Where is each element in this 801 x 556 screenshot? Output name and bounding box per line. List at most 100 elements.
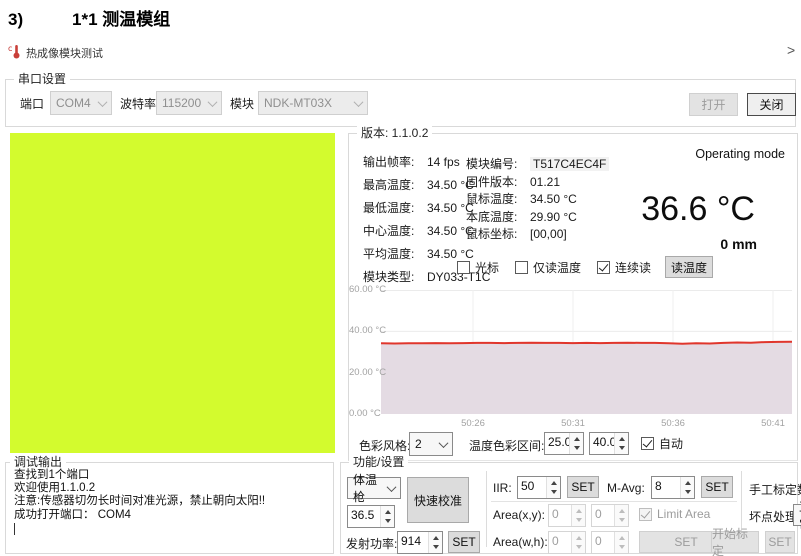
readout-right-column: 模块编号:T517C4EC4F固件版本:01.21鼠标温度:34.50 °C本底… [466,155,609,243]
iir-set-button[interactable]: SET [567,476,599,498]
color-style-select[interactable]: 2 [409,432,453,456]
svg-text:c: c [8,44,12,53]
window-titlebar: c 热成像模块测试 [8,44,103,62]
temp-range-max-spinner[interactable]: 40.0 [589,432,629,455]
spinner-arrows[interactable] [680,477,694,498]
mavg-spinner[interactable]: 8 [651,476,695,499]
quick-calibration-button[interactable]: 快速校准 [407,477,469,523]
temp-range-label: 温度色彩区间: [469,437,544,454]
limit-area-option: Limit Area [639,507,710,521]
temp-range-min-spinner[interactable]: 25.0 [544,432,584,455]
read-temp-only-checkbox[interactable] [515,261,528,274]
auto-checkbox[interactable] [641,437,654,450]
debug-line: 欢迎使用1.1.0.2 [14,482,265,495]
spinner-arrows[interactable] [614,532,628,553]
version-group-label: 版本: 1.1.0.2 [357,126,432,141]
manual-calibration-count: 手工标定数量: 0 | 0 [749,481,801,498]
limit-area-checkbox[interactable] [639,508,652,521]
start-calibration-button[interactable]: 开始标定 [711,531,759,553]
page-title: 3)1*1 测温模组 [8,5,170,30]
window-title: 热成像模块测试 [26,45,103,61]
calibration-set-button[interactable]: SET [765,531,795,553]
temperature-chart [381,290,792,414]
bad-pixel-select[interactable]: 正常 [793,504,801,526]
continuous-read-checkbox-label: 连续读 [615,259,651,276]
limit-area-checkbox-label: Limit Area [657,507,710,521]
chevron-down-icon [387,482,397,492]
debug-output-text[interactable]: 查找到1个端口欢迎使用1.1.0.2注意:传感器切勿长时间对准光源，禁止朝向太阳… [14,469,265,535]
area-h-spinner[interactable]: 0 [591,531,629,554]
continuous-read-checkbox[interactable] [597,261,610,274]
port-label: 端口 [20,95,44,112]
read-temperature-button[interactable]: 读温度 [665,256,713,278]
spinner-arrows[interactable] [569,433,583,454]
debug-line: 查找到1个端口 [14,469,265,482]
module-value: NDK-MT03X [264,96,332,110]
spinner-arrows[interactable] [380,506,394,527]
text-cursor [14,523,15,535]
area-xy-label: Area(x,y): [493,508,545,522]
area-y-value: 0 [592,505,614,526]
spinner-arrows[interactable] [571,532,585,553]
module-label: 模块 [230,95,254,112]
chart-y-tick: 60.00 °C [349,284,377,295]
port-value: COM4 [56,96,91,110]
readout-label: 鼠标温度: [466,190,530,207]
color-style-row: 色彩风格: 2 温度色彩区间: 25.0 40.0 自动 [349,428,797,460]
cursor-checkbox[interactable] [457,261,470,274]
area-y-spinner[interactable]: 0 [591,504,629,527]
chevron-right-icon[interactable]: > [787,42,795,58]
measure-mode-select[interactable]: 体温枪 [347,477,401,499]
area-x-spinner[interactable]: 0 [548,504,586,527]
color-style-label: 色彩风格: [359,437,410,454]
open-port-button[interactable]: 打开 [689,93,738,116]
temp-range-min-value: 25.0 [545,433,569,454]
emit-power-set-button[interactable]: SET [448,531,480,553]
thermometer-icon: c [8,44,21,62]
app-window: 3)1*1 测温模组 c 热成像模块测试 > 串口设置 端口 COM4 波特率 … [0,0,801,556]
readout-row: 模块编号:T517C4EC4F [466,155,609,173]
spinner-arrows[interactable] [614,505,628,526]
readout-label: 最高温度: [363,176,427,193]
thermal-image-view[interactable] [10,133,335,453]
readout-label: 模块编号: [466,155,530,172]
temp-range-max-value: 40.0 [590,433,614,454]
mavg-set-button[interactable]: SET [701,476,733,498]
iir-spinner[interactable]: 50 [517,476,561,499]
measure-mode-value: 体温枪 [353,471,384,505]
version-group: 版本: 1.1.0.2 输出帧率:14 fps最高温度:34.50 °C最低温度… [348,133,798,461]
chart-y-tick: 0.00 °C [349,408,377,419]
readout-label: 固件版本: [466,173,530,190]
serial-group-label: 串口设置 [14,72,70,87]
spinner-arrows[interactable] [571,505,585,526]
readout-label: 鼠标坐标: [466,225,530,242]
readout-row: 本底温度:29.90 °C [466,208,609,226]
baud-value: 115200 [162,96,201,110]
spinner-arrows[interactable] [428,532,442,553]
readout-label: 本底温度: [466,208,530,225]
readout-value: 01.21 [530,175,560,189]
area-w-spinner[interactable]: 0 [548,531,586,554]
chart-y-tick: 40.00 °C [349,325,377,336]
spinner-arrows[interactable] [614,433,628,454]
spinner-arrows[interactable] [546,477,560,498]
area-w-value: 0 [549,532,571,553]
baud-select[interactable]: 115200 [156,91,222,115]
readout-value: 29.90 °C [530,210,577,224]
mavg-label: M-Avg: [607,481,645,495]
port-select[interactable]: COM4 [50,91,112,115]
chevron-down-icon [354,97,364,107]
emit-power-spinner[interactable]: 914 [397,531,443,554]
heading-text: 1*1 测温模组 [72,10,170,29]
readout-row: 固件版本:01.21 [466,173,609,191]
module-select[interactable]: NDK-MT03X [258,91,368,115]
row-divider [491,501,737,502]
reference-temp-spinner[interactable]: 36.5 [347,505,395,528]
readout-label: 中心温度: [363,222,427,239]
iir-value: 50 [518,477,546,498]
auto-option: 自动 [641,435,683,452]
readout-label: 最低温度: [363,199,427,216]
chevron-down-icon [98,97,108,107]
close-port-button[interactable]: 关闭 [747,93,796,116]
chevron-down-icon [439,438,449,448]
